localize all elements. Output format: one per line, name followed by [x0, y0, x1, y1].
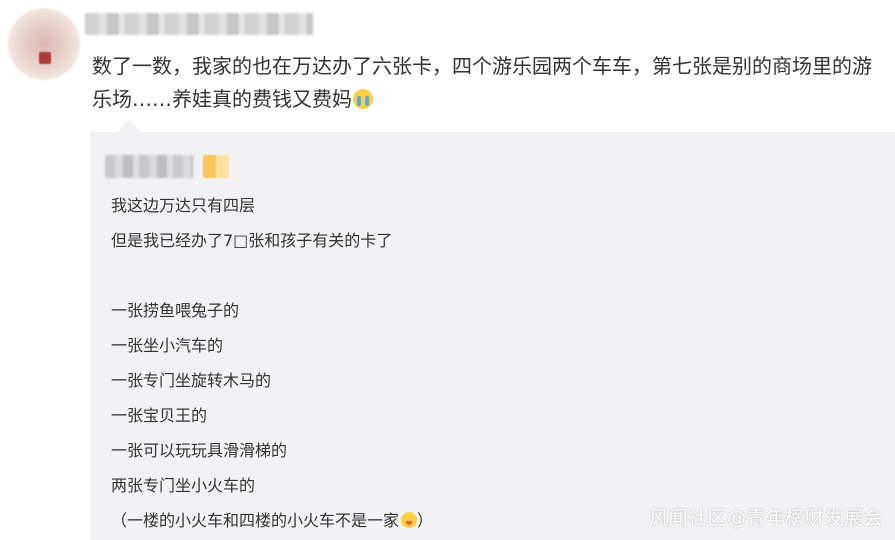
- sad-face-emoji-icon: [401, 512, 418, 528]
- quoted-blurred-username[interactable]: [105, 155, 193, 178]
- avatar-mark: [39, 52, 51, 64]
- crying-face-emoji-icon: [353, 89, 373, 109]
- reply-line: 两张专门坐小火车的: [111, 476, 256, 495]
- post-text-content: 数了一数，我家的也在万达办了六张卡，四个游乐园两个车车，第七张是别的商场里的游乐…: [92, 54, 872, 111]
- reply-line: 一张捞鱼喂兔子的: [111, 301, 240, 320]
- user-badge-icon: [203, 155, 229, 178]
- reply-line: 但是我已经办了7□张和孩子有关的卡了: [111, 231, 393, 250]
- reply-line: 一张宝贝王的: [111, 406, 208, 425]
- reply-line: 一张专门坐旋转木马的: [111, 371, 272, 390]
- quote-notch: [117, 120, 141, 132]
- user-avatar[interactable]: [8, 8, 80, 80]
- reply-line: 一张可以玩玩具滑滑梯的: [111, 441, 288, 460]
- watermark: 风闻社区@青年榜财发展会: [648, 507, 883, 529]
- reply-line: 一张坐小汽车的: [111, 336, 224, 355]
- reply-line: 我这边万达只有四层: [111, 196, 256, 215]
- reply-line-last-close: ）: [417, 511, 434, 530]
- comment-screenshot: 数了一数，我家的也在万达办了六张卡，四个游乐园两个车车，第七张是别的商场里的游乐…: [0, 0, 895, 540]
- quoted-reply-text: 我这边万达只有四层 但是我已经办了7□张和孩子有关的卡了 一张捞鱼喂兔子的 一张…: [111, 190, 871, 540]
- blurred-username[interactable]: [85, 13, 313, 35]
- reply-line: [111, 260, 871, 295]
- reply-line-last-text: （一楼的小火车和四楼的小火车不是一家: [111, 511, 400, 530]
- post-text: 数了一数，我家的也在万达办了六张卡，四个游乐园两个车车，第七张是别的商场里的游乐…: [92, 50, 887, 116]
